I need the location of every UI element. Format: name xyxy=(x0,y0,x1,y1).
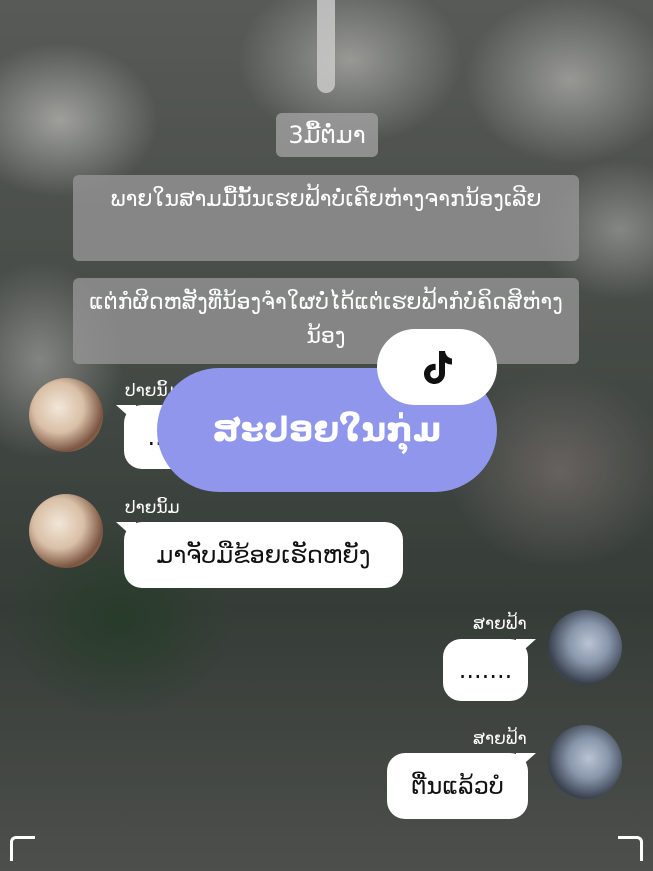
narration-caption-1: ພາຍໃນສາມມື້ນັ້ນເຮຍຟ້າບໍ່ເຄີຍຫ່າງຈາກນ້ອງເ… xyxy=(73,175,579,261)
message-text: ຕື່ນແລ້ວບໍ xyxy=(411,772,504,800)
avatar-right[interactable] xyxy=(548,610,622,684)
sender-name: ປາຍນິ້ມ xyxy=(125,498,180,518)
sender-name: ສາຍຟ້າ xyxy=(473,614,527,634)
tiktok-icon xyxy=(424,351,452,384)
message-text: ....... xyxy=(458,656,513,684)
sender-name: ສາຍຟ້າ xyxy=(473,729,527,749)
chat-bubble-right: ຕື່ນແລ້ວບໍ xyxy=(387,753,528,819)
frame-corner-icon xyxy=(10,836,35,861)
chat-bubble-left: ມາຈັບມືຂ້ອຍເຮັດຫຍັງ xyxy=(124,522,403,588)
tiktok-badge[interactable] xyxy=(377,329,497,405)
scroll-handle[interactable] xyxy=(317,0,335,93)
frame-corner-icon xyxy=(618,836,643,861)
day-label: 3ມື້ຕໍ່ມາ xyxy=(276,113,378,157)
avatar-right[interactable] xyxy=(548,725,622,799)
avatar-left[interactable] xyxy=(29,378,103,452)
message-text: ມາຈັບມືຂ້ອຍເຮັດຫຍັງ xyxy=(156,541,371,569)
avatar-left[interactable] xyxy=(29,494,103,568)
narration-caption-2: ແຕ່ກໍຜິດຫສັງທີ່ນ້ອງຈຳໃຜບໍ່ໄດ້ແຕ່ເຮຍຟ້າກໍ… xyxy=(73,278,579,364)
chat-bubble-right: ....... xyxy=(443,639,528,701)
promo-label: ສະປອຍໃນກຸ່ມ xyxy=(212,410,442,450)
